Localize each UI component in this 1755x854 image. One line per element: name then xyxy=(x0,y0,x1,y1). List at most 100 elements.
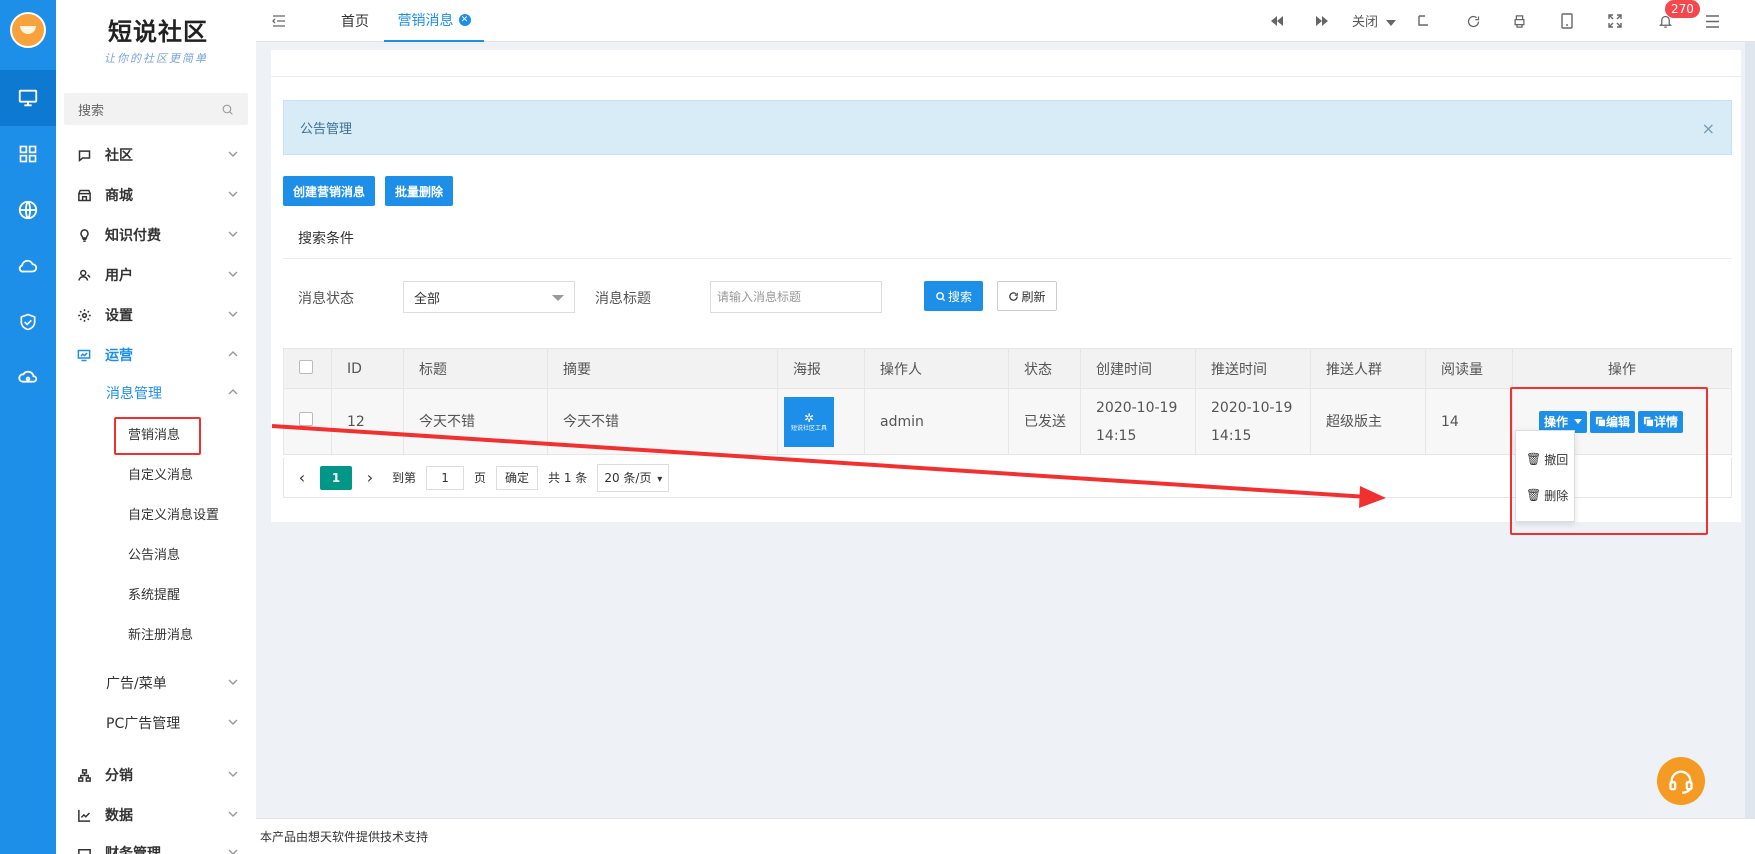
cell-poster: ✲ 短说社区工具 xyxy=(777,388,865,455)
status-filter-select[interactable]: 全部 xyxy=(403,281,575,313)
current-page[interactable]: 1 xyxy=(320,465,352,490)
page-scrollbar[interactable] xyxy=(1745,42,1755,818)
close-tab-icon[interactable]: ✕ xyxy=(458,14,471,26)
avatar-logo-icon[interactable] xyxy=(10,12,46,48)
edit-label: 编辑 xyxy=(1606,414,1631,429)
customer-support-icon[interactable] xyxy=(1657,757,1705,805)
top-bar: 首页 营销消息 ✕ 关闭 xyxy=(256,0,1755,42)
sidebar-item-pc-ads[interactable]: PC广告管理 xyxy=(56,703,256,743)
monitor-icon[interactable] xyxy=(0,70,56,126)
cloud-icon[interactable] xyxy=(0,238,56,294)
table-header-row: ID 标题 摘要 海报 操作人 状态 创建时间 推送时间 推送人群 阅读量 操作 xyxy=(283,348,1732,389)
grid-icon[interactable] xyxy=(0,126,56,182)
cell-audience: 超级版主 xyxy=(1310,388,1426,455)
search-conditions-title: 搜索条件 xyxy=(298,231,354,247)
sidebar-item-label: 知识付费 xyxy=(105,228,161,244)
chevron-down-icon xyxy=(228,311,238,317)
column-header[interactable]: 阅读量 xyxy=(1425,348,1513,389)
column-header[interactable]: 摘要 xyxy=(547,348,778,389)
sidebar-item-settings[interactable]: 设置 xyxy=(56,295,256,335)
page-size-select[interactable]: 20 条/页 ▾ xyxy=(597,463,670,492)
scroll-left-icon[interactable] xyxy=(1267,11,1287,31)
sidebar-item-operations[interactable]: 运营 xyxy=(56,335,256,375)
edit-button[interactable]: 编辑 xyxy=(1590,410,1636,433)
column-header[interactable]: 推送时间 xyxy=(1195,348,1311,389)
sidebar-item-ads-menu[interactable]: 广告/菜单 xyxy=(56,663,256,703)
search-button[interactable]: 搜索 xyxy=(924,281,983,311)
column-header[interactable]: 海报 xyxy=(777,348,865,389)
sidebar-item-finance[interactable]: 财务管理 xyxy=(56,833,256,854)
column-header[interactable]: 状态 xyxy=(1008,348,1081,389)
refresh-icon[interactable] xyxy=(1463,11,1483,31)
total-count: 共 1 条 xyxy=(548,471,588,485)
shield-icon[interactable] xyxy=(0,294,56,350)
dropdown-item-label: 删除 xyxy=(1544,488,1569,503)
sidebar-item-label: 商城 xyxy=(105,188,133,204)
goto-page-input[interactable]: 1 xyxy=(426,465,465,490)
sidebar-item-custom-message[interactable]: 自定义消息 xyxy=(56,453,256,493)
store-icon xyxy=(75,188,93,203)
column-header[interactable]: 标题 xyxy=(403,348,548,389)
sidebar-item-knowledge[interactable]: 知识付费 xyxy=(56,215,256,255)
line-chart-icon xyxy=(75,808,93,823)
sidebar-item-label: 用户 xyxy=(105,268,133,284)
trash-icon: 🗑 xyxy=(1526,488,1542,502)
sidebar-item-label: PC广告管理 xyxy=(106,716,181,732)
status-filter-label: 消息状态 xyxy=(298,291,354,307)
mobile-icon[interactable] xyxy=(1557,11,1577,31)
cell-created-time: 2020-10-19 14:15 xyxy=(1080,388,1196,455)
column-header[interactable]: 创建时间 xyxy=(1080,348,1196,389)
sidebar-item-users[interactable]: 用户 xyxy=(56,255,256,295)
select-all-checkbox[interactable] xyxy=(299,359,313,374)
detail-button[interactable]: 详情 xyxy=(1638,410,1684,433)
sidebar-item-label: 营销消息 xyxy=(128,427,181,443)
sidebar-item-custom-message-settings[interactable]: 自定义消息设置 xyxy=(56,493,256,533)
create-marketing-message-button[interactable]: 创建营销消息 xyxy=(283,176,375,206)
sidebar-item-label: 设置 xyxy=(105,308,133,324)
sidebar-subgroup-message[interactable]: 消息管理 xyxy=(56,373,256,413)
cell-status: 已发送 xyxy=(1008,388,1081,455)
sidebar-item-marketing-message[interactable]: 营销消息 xyxy=(56,413,256,453)
collapse-menu-icon[interactable] xyxy=(269,11,289,31)
sidebar-item-announcement[interactable]: 公告消息 xyxy=(56,533,256,573)
poster-thumbnail[interactable]: ✲ 短说社区工具 xyxy=(784,396,834,447)
next-page-icon[interactable]: › xyxy=(360,468,380,487)
sidebar-item-mall[interactable]: 商城 xyxy=(56,175,256,215)
hamburger-menu-icon[interactable] xyxy=(1702,11,1722,31)
close-tabs-dropdown[interactable]: 关闭 xyxy=(1352,11,1397,30)
search-button-label: 搜索 xyxy=(947,289,972,304)
sidebar-item-system-reminder[interactable]: 系统提醒 xyxy=(56,573,256,613)
back-icon[interactable] xyxy=(1413,11,1433,31)
scroll-right-icon[interactable] xyxy=(1312,11,1332,31)
batch-delete-button[interactable]: 批量删除 xyxy=(385,176,453,206)
fullscreen-icon[interactable] xyxy=(1605,11,1625,31)
prev-page-icon[interactable]: ‹ xyxy=(292,468,312,487)
sidebar-search-input[interactable]: 搜索 xyxy=(64,93,248,125)
bulb-icon xyxy=(75,228,93,243)
title-filter-input[interactable] xyxy=(710,281,882,313)
tab-marketing-message[interactable]: 营销消息 ✕ xyxy=(384,0,484,42)
sidebar-item-new-register-message[interactable]: 新注册消息 xyxy=(56,613,256,653)
cell-reads: 14 xyxy=(1425,388,1513,455)
goto-confirm-button[interactable]: 确定 xyxy=(496,465,539,490)
row-checkbox[interactable] xyxy=(299,411,313,426)
gear-icon xyxy=(75,308,93,323)
dropdown-item-delete[interactable]: 🗑 删除 xyxy=(1516,477,1574,513)
tab-home[interactable]: 首页 xyxy=(329,0,381,42)
column-header[interactable]: 操作人 xyxy=(864,348,1009,389)
dropdown-item-revoke[interactable]: 🗑 撤回 xyxy=(1516,441,1574,477)
sidebar-item-community[interactable]: 社区 xyxy=(56,135,256,175)
cloud-network-icon[interactable] xyxy=(0,350,56,406)
close-icon[interactable]: × xyxy=(1702,119,1715,138)
column-header[interactable]: ID xyxy=(331,348,404,389)
sidebar-item-data[interactable]: 数据 xyxy=(56,795,256,835)
trash-icon: 🗑 xyxy=(1526,452,1542,466)
chevron-down-icon xyxy=(228,771,238,777)
printer-icon[interactable] xyxy=(1509,11,1529,31)
refresh-button[interactable]: 刷新 xyxy=(997,281,1057,311)
sidebar-item-distribution[interactable]: 分销 xyxy=(56,755,256,795)
globe-icon[interactable] xyxy=(0,182,56,238)
created-date: 2020-10-19 xyxy=(1096,399,1178,416)
column-header[interactable]: 推送人群 xyxy=(1310,348,1426,389)
divider xyxy=(283,258,1732,259)
